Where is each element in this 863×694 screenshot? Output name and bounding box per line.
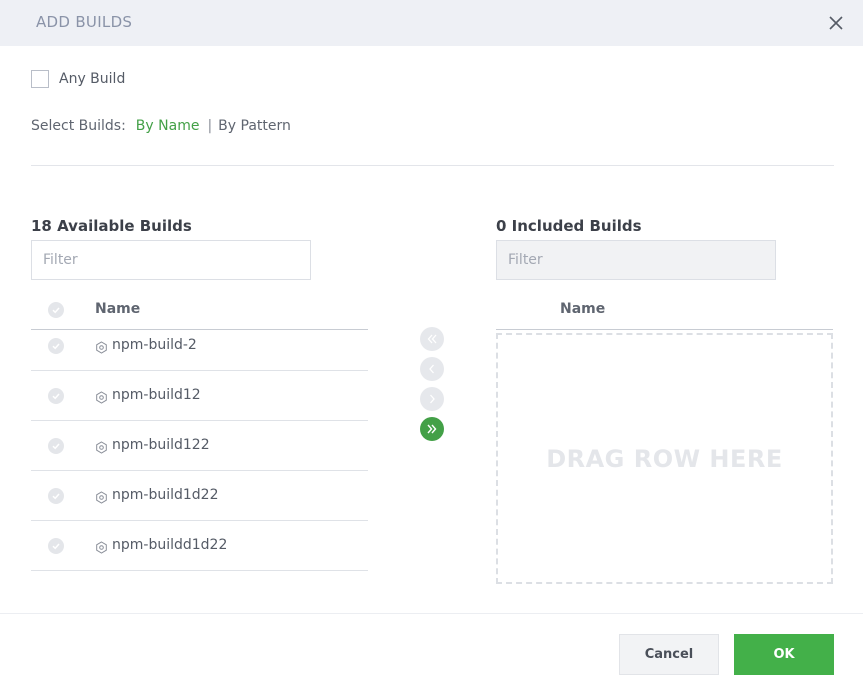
footer-divider — [0, 613, 863, 614]
double-chevron-right-icon — [426, 420, 438, 439]
row-check-icon[interactable] — [48, 338, 64, 354]
included-table-header: Name — [496, 290, 833, 330]
build-name: npm-build1d22 — [112, 487, 219, 503]
drop-zone[interactable]: DRAG ROW HERE — [496, 333, 833, 584]
double-chevron-left-icon — [426, 330, 438, 349]
select-builds-mode: Select Builds: By Name | By Pattern — [31, 118, 291, 134]
build-icon — [95, 339, 108, 354]
chevron-left-icon — [426, 360, 438, 379]
build-icon — [95, 539, 108, 554]
select-all-check-icon[interactable] — [48, 302, 64, 318]
by-pattern-link[interactable]: By Pattern — [218, 118, 291, 134]
table-row[interactable]: npm-build-2 — [31, 321, 368, 371]
build-name: npm-build12 — [112, 387, 201, 403]
table-row[interactable]: npm-build12 — [31, 371, 368, 421]
move-all-right-button[interactable] — [420, 417, 444, 441]
drop-zone-text: DRAG ROW HERE — [546, 444, 783, 473]
row-check-icon[interactable] — [48, 538, 64, 554]
section-divider — [31, 165, 834, 166]
build-name: npm-build122 — [112, 437, 210, 453]
available-builds-title: 18 Available Builds — [31, 217, 192, 235]
included-name-column-header[interactable]: Name — [560, 301, 605, 317]
row-check-icon[interactable] — [48, 488, 64, 504]
row-check-icon[interactable] — [48, 438, 64, 454]
build-icon — [95, 389, 108, 404]
available-name-column-header[interactable]: Name — [95, 301, 140, 317]
build-icon — [95, 489, 108, 504]
build-name: npm-build-2 — [112, 337, 197, 353]
available-filter-input[interactable] — [31, 240, 311, 280]
build-icon — [95, 439, 108, 454]
mode-separator: | — [207, 118, 213, 134]
move-all-left-button[interactable] — [420, 327, 444, 351]
row-check-icon[interactable] — [48, 388, 64, 404]
build-name: npm-buildd1d22 — [112, 537, 228, 553]
table-row[interactable]: npm-build1d22 — [31, 471, 368, 521]
included-builds-title: 0 Included Builds — [496, 217, 642, 235]
ok-button[interactable]: OK — [734, 634, 834, 675]
cancel-button[interactable]: Cancel — [619, 634, 719, 675]
table-row[interactable]: npm-buildd1d22 — [31, 521, 368, 571]
dialog-header: ADD BUILDS — [0, 0, 863, 46]
included-filter-input[interactable] — [496, 240, 776, 280]
dialog-title: ADD BUILDS — [36, 13, 133, 31]
any-build-label: Any Build — [59, 71, 126, 87]
any-build-option[interactable]: Any Build — [31, 69, 125, 89]
any-build-checkbox[interactable] — [31, 70, 49, 88]
table-row[interactable]: npm-build122 — [31, 421, 368, 471]
move-right-button[interactable] — [420, 387, 444, 411]
close-icon[interactable] — [826, 13, 846, 33]
by-name-link[interactable]: By Name — [136, 118, 200, 134]
move-left-button[interactable] — [420, 357, 444, 381]
chevron-right-icon — [426, 390, 438, 409]
select-builds-label: Select Builds: — [31, 118, 126, 134]
